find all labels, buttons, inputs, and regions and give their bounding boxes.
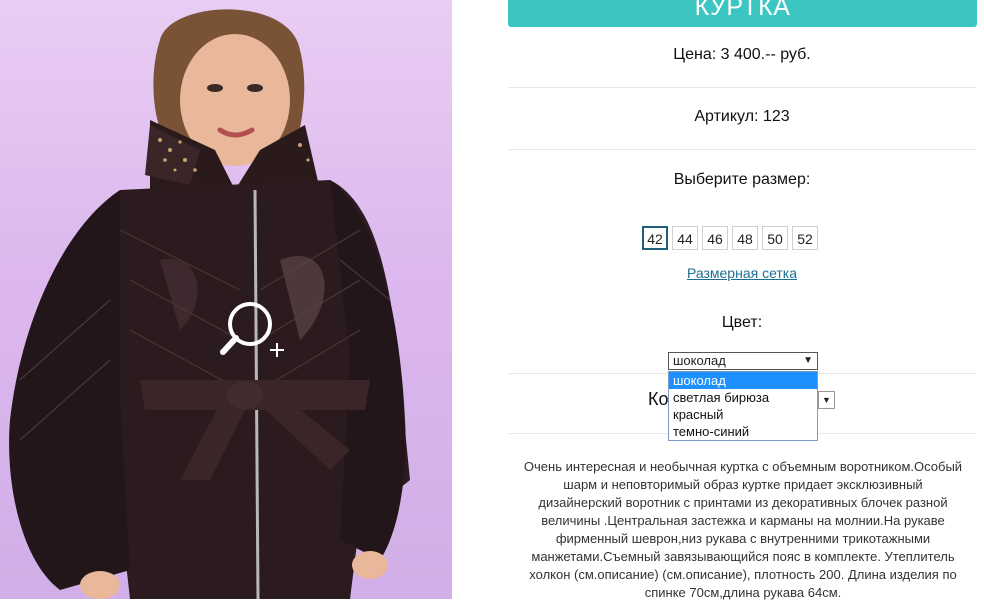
size-options: 42 44 46 48 50 52 <box>642 226 818 250</box>
color-option-light-turquoise[interactable]: светлая бирюза <box>669 389 817 406</box>
article-number: Артикул: 123 <box>694 108 790 125</box>
size-option-52[interactable]: 52 <box>792 226 818 250</box>
divider <box>508 149 976 150</box>
size-label: Выберите размер: <box>673 171 811 188</box>
triangle-down-icon: ▼ <box>822 395 831 405</box>
quantity-select[interactable]: ▼ <box>818 391 835 409</box>
color-dropdown-list: шоколад светлая бирюза красный темно-син… <box>668 371 818 441</box>
quantity-label: Ко <box>648 389 669 409</box>
product-image[interactable] <box>0 0 452 599</box>
size-chart-link[interactable]: Размерная сетка <box>508 265 976 281</box>
size-option-48[interactable]: 48 <box>732 226 758 250</box>
size-option-42[interactable]: 42 <box>642 226 668 250</box>
size-option-44[interactable]: 44 <box>672 226 698 250</box>
color-select[interactable]: шоколад ▼ <box>668 352 818 370</box>
color-label: Цвет: <box>721 314 763 331</box>
zoom-in-icon[interactable] <box>220 300 290 362</box>
color-option-chocolate[interactable]: шоколад <box>669 372 817 389</box>
product-title-bar: КУРТКА <box>508 0 977 27</box>
product-title: КУРТКА <box>694 0 791 21</box>
product-description: Очень интересная и необычная куртка с об… <box>523 459 963 600</box>
size-option-46[interactable]: 46 <box>702 226 728 250</box>
color-select-value: шоколад <box>673 353 726 368</box>
triangle-down-icon: ▼ <box>803 355 813 366</box>
price: Цена: 3 400.-- руб. <box>673 46 811 63</box>
color-option-red[interactable]: красный <box>669 406 817 423</box>
size-option-50[interactable]: 50 <box>762 226 788 250</box>
color-option-dark-blue[interactable]: темно-синий <box>669 423 817 440</box>
divider <box>508 87 976 88</box>
